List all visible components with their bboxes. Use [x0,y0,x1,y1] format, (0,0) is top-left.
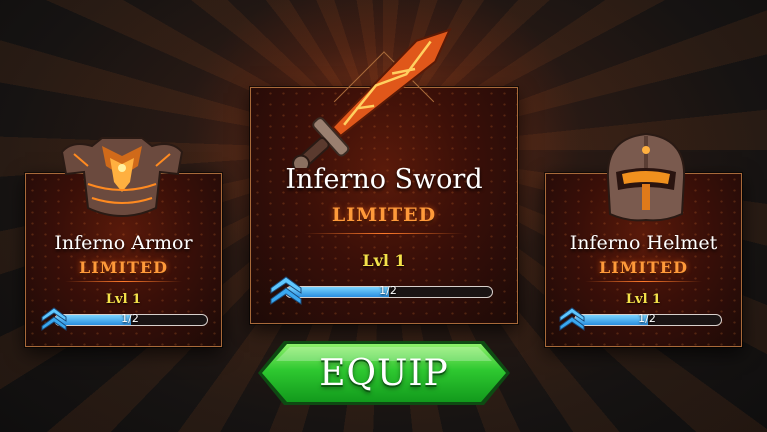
level-label: Lvl 1 [362,251,406,270]
item-name: Inferno Sword [285,164,483,195]
progress-text: 1/2 [121,312,139,325]
progress-text: 1/2 [379,284,397,297]
divider [65,281,182,282]
divider [585,281,702,282]
item-name: Inferno Helmet [569,232,718,254]
divider [304,233,464,234]
limited-badge: LIMITED [79,258,168,277]
inferno-sword-icon [292,28,452,168]
upgrade-chevron-icon [559,307,585,331]
upgrade-chevron-icon [41,307,67,331]
inferno-helmet-icon [606,132,686,222]
progress-text: 1/2 [638,312,656,325]
limited-badge: LIMITED [331,204,437,226]
equip-button[interactable]: EQUIP [256,339,512,407]
equip-button-label: EQUIP [319,352,449,394]
upgrade-chevron-icon [270,276,302,305]
item-name: Inferno Armor [54,232,193,254]
inferno-armor-icon [60,137,184,217]
limited-badge: LIMITED [599,258,688,277]
